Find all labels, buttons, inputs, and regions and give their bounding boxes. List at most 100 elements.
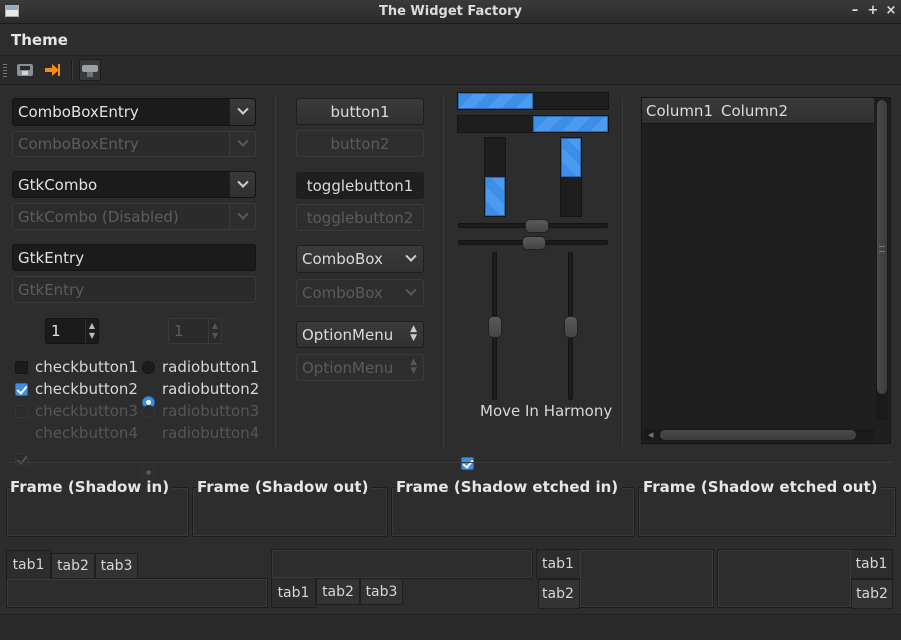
combobox-disabled: ComboBox: [296, 279, 424, 307]
chevron-down-icon: [236, 208, 249, 220]
window-title: The Widget Factory: [378, 4, 523, 19]
spin-button-disabled: 1 ▲ ▼: [168, 318, 222, 344]
frame-shadow-in-title: Frame (Shadow in): [10, 478, 174, 496]
progress-bar-v1: [484, 137, 506, 217]
gtk-combo[interactable]: GtkCombo: [12, 171, 256, 198]
optionmenu-label[interactable]: OptionMenu: [302, 326, 393, 344]
chevron-down-icon: [236, 176, 249, 188]
column-separator: [275, 97, 276, 447]
togglebutton1[interactable]: togglebutton1: [296, 172, 424, 199]
notebook-bottom-tab1[interactable]: tab1: [271, 578, 316, 608]
radiobutton2-label[interactable]: radiobutton2: [162, 380, 259, 398]
notebook-right-tab1[interactable]: tab1: [851, 549, 893, 579]
disk-icon: [17, 64, 33, 76]
progress-bar-v2: [560, 137, 582, 217]
combo-box-entry-dropdown[interactable]: [229, 99, 255, 125]
radiobutton1-circle[interactable]: [142, 361, 155, 374]
hscale-1[interactable]: [458, 219, 608, 233]
gtk-combo-text[interactable]: GtkCombo: [18, 176, 97, 194]
tree-header: Column1 Column2: [642, 98, 874, 124]
chevron-down-icon[interactable]: ▼: [89, 331, 95, 341]
combobox-label[interactable]: ComboBox: [302, 250, 383, 268]
toolbar: [0, 55, 901, 85]
menubar: Theme: [0, 24, 901, 54]
menu-theme[interactable]: Theme: [11, 31, 68, 49]
column2-header[interactable]: Column2: [721, 102, 788, 120]
optionmenu-disabled: OptionMenu ▲ ▼: [296, 354, 424, 381]
hscale-2[interactable]: [458, 236, 608, 250]
spin-button[interactable]: 1 ▲ ▼: [45, 318, 99, 344]
button1[interactable]: button1: [296, 98, 424, 125]
checkbutton2-box[interactable]: [15, 383, 28, 396]
tree-view[interactable]: Column1 Column2 ◀: [641, 97, 891, 444]
toolbar-grip-icon[interactable]: [3, 64, 7, 78]
scroll-left-icon[interactable]: ◀: [648, 431, 653, 439]
frame-shadow-etched-out-title: Frame (Shadow etched out): [643, 478, 882, 496]
updown-arrows-icon: ▲ ▼: [410, 324, 417, 343]
hscale-1-knob[interactable]: [524, 219, 549, 233]
notebook-top-tab3[interactable]: tab3: [95, 553, 138, 579]
notebook-left-tab1[interactable]: tab1: [536, 549, 580, 579]
gtk-entry-text[interactable]: GtkEntry: [18, 249, 84, 267]
hscale-2-knob[interactable]: [522, 236, 546, 250]
toolbar-separator: [71, 60, 73, 80]
horizontal-scrollbar-thumb[interactable]: [660, 430, 856, 440]
vscale-2[interactable]: [564, 252, 578, 400]
gtk-combo-dropdown[interactable]: [229, 172, 255, 197]
horizontal-separator: [8, 462, 893, 463]
drive-icon: [82, 65, 98, 77]
gtk-combo-disabled-dropdown: [229, 204, 255, 229]
gtk-combo-disabled: GtkCombo (Disabled): [12, 203, 256, 230]
toolbar-button-3[interactable]: [79, 59, 101, 81]
vscale-1[interactable]: [488, 252, 502, 400]
spin-button-disabled-value: 1: [174, 322, 184, 340]
chevron-down-icon: ▼: [211, 331, 219, 340]
notebook-right-tab2[interactable]: tab2: [851, 579, 893, 609]
minimize-button[interactable]: –: [848, 4, 862, 18]
vertical-scrollbar[interactable]: [876, 100, 888, 420]
statusbar: [0, 614, 901, 640]
close-button[interactable]: ×: [884, 4, 898, 18]
maximize-button[interactable]: +: [866, 4, 880, 18]
spin-arrows[interactable]: ▲ ▼: [85, 319, 98, 343]
toolbar-button-1[interactable]: [14, 59, 36, 81]
radiobutton4-label: radiobutton4: [162, 424, 260, 442]
progress-fill: [458, 93, 533, 109]
notebook-left-tab2[interactable]: tab2: [538, 579, 580, 609]
checkbutton1-box[interactable]: [15, 361, 28, 374]
spin-button-value[interactable]: 1: [51, 322, 61, 340]
checkbutton1-label[interactable]: checkbutton1: [35, 358, 138, 376]
chevron-down-icon: [405, 284, 417, 297]
checkbutton3-box: [15, 405, 28, 418]
combo-box-entry-disabled-dropdown: [229, 132, 255, 156]
notebook-top-tab2[interactable]: tab2: [51, 553, 95, 579]
radiobutton1-label[interactable]: radiobutton1: [162, 358, 259, 376]
vscale-1-knob[interactable]: [488, 316, 502, 338]
checkbutton3-label: checkbutton3: [35, 402, 138, 420]
vscale-2-knob[interactable]: [564, 316, 578, 338]
toolbar-button-2[interactable]: [41, 59, 63, 81]
checkbutton2-label[interactable]: checkbutton2: [35, 380, 138, 398]
move-in-harmony-check[interactable]: [461, 457, 474, 470]
gtk-entry-disabled: GtkEntry: [12, 276, 256, 303]
combobox[interactable]: ComboBox: [296, 245, 424, 273]
chevron-up-icon[interactable]: ▲: [89, 321, 95, 331]
notebook-bottom-page: [271, 549, 533, 579]
combo-box-entry-text[interactable]: ComboBoxEntry: [18, 103, 139, 121]
notebook-bottom-tab3[interactable]: tab3: [360, 578, 403, 605]
progress-fill: [533, 116, 608, 132]
progress-bar-h2: [457, 115, 609, 133]
combo-box-entry[interactable]: ComboBoxEntry: [12, 98, 256, 126]
notebook-top-tab1[interactable]: tab1: [6, 550, 51, 579]
notebook-bottom-tab2[interactable]: tab2: [316, 578, 360, 605]
column1-header[interactable]: Column1: [646, 102, 713, 120]
optionmenu[interactable]: OptionMenu ▲ ▼: [296, 321, 424, 348]
frame-shadow-out-title: Frame (Shadow out): [197, 478, 373, 496]
gtk-entry[interactable]: GtkEntry: [12, 244, 256, 271]
gtk-combo-disabled-text: GtkCombo (Disabled): [18, 207, 179, 226]
horizontal-scrollbar[interactable]: ◀: [644, 429, 874, 441]
move-in-harmony-label[interactable]: Move In Harmony: [480, 402, 612, 420]
progress-fill: [485, 177, 505, 216]
radiobutton3-circle: [142, 405, 155, 418]
updown-arrows-icon: ▲ ▼: [410, 357, 417, 376]
